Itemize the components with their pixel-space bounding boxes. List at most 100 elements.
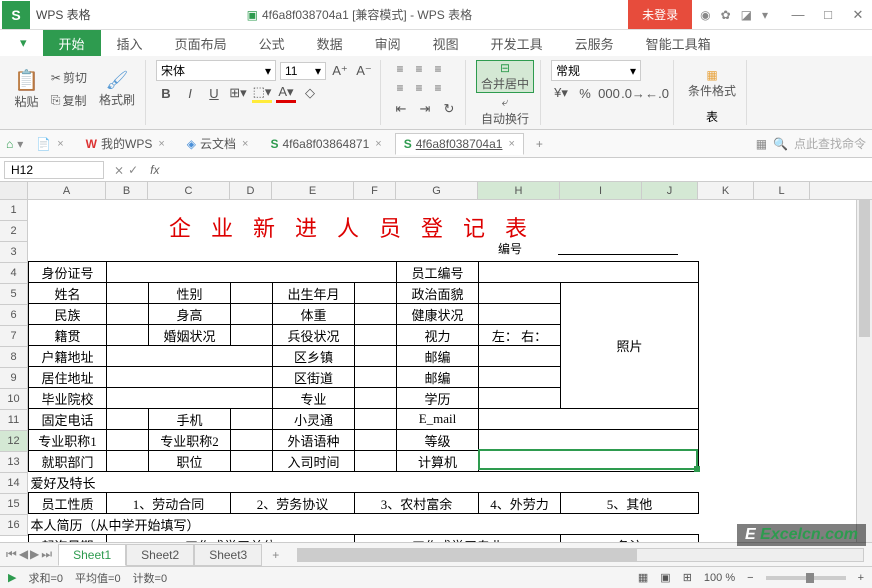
- sheet-nav-first[interactable]: ⏮: [6, 547, 17, 562]
- close-icon[interactable]: ×: [242, 138, 248, 150]
- cell[interactable]: 5、其他: [561, 493, 699, 514]
- view-normal-icon[interactable]: ▦: [638, 571, 648, 584]
- cell[interactable]: [231, 451, 273, 472]
- login-badge[interactable]: 未登录: [628, 0, 692, 29]
- command-search[interactable]: 点此查找命令: [794, 135, 866, 152]
- cell[interactable]: [479, 346, 561, 367]
- col-header-a[interactable]: A: [28, 182, 106, 199]
- skin-icon[interactable]: ◪: [741, 8, 752, 22]
- cell[interactable]: [107, 262, 397, 283]
- row-header[interactable]: 16: [0, 515, 28, 536]
- cell[interactable]: [479, 283, 561, 304]
- font-size-select[interactable]: 11▾: [280, 62, 326, 80]
- cell[interactable]: 等级: [397, 430, 479, 451]
- orientation-button[interactable]: ↻: [439, 99, 459, 119]
- cell[interactable]: [355, 304, 397, 325]
- cell[interactable]: [479, 367, 561, 388]
- view-page-icon[interactable]: ▣: [660, 571, 670, 584]
- close-icon[interactable]: ×: [375, 138, 381, 150]
- settings-icon[interactable]: ✿: [721, 8, 731, 22]
- col-header-h[interactable]: H: [478, 182, 560, 199]
- cell[interactable]: 3、农村富余: [355, 493, 479, 514]
- cell[interactable]: 员工编号: [397, 262, 479, 283]
- cell[interactable]: 本人简历（从中学开始填写）: [29, 514, 699, 535]
- cell[interactable]: 爱好及特长: [29, 472, 699, 493]
- close-icon[interactable]: ×: [508, 138, 514, 150]
- cell[interactable]: [231, 409, 273, 430]
- doc-tab-mywps[interactable]: W我的WPS×: [77, 131, 174, 156]
- cell[interactable]: [355, 388, 397, 409]
- col-header-c[interactable]: C: [148, 182, 230, 199]
- align-top-center[interactable]: ≡: [410, 60, 428, 78]
- menu-smart-tools[interactable]: 智能工具箱: [630, 30, 727, 56]
- cell[interactable]: 视力: [397, 325, 479, 346]
- cell[interactable]: 固定电话: [29, 409, 107, 430]
- cell[interactable]: 区乡镇: [273, 346, 355, 367]
- cell[interactable]: [107, 451, 149, 472]
- doc-tab-sheet2[interactable]: S4f6a8f038704a1×: [395, 133, 524, 155]
- cell[interactable]: 专业职称2: [149, 430, 231, 451]
- cell[interactable]: 备注: [561, 535, 699, 543]
- horizontal-scrollbar[interactable]: [297, 548, 864, 562]
- doc-tab-sheet1[interactable]: S4f6a8f03864871×: [261, 133, 390, 155]
- row-header[interactable]: 9: [0, 368, 28, 389]
- view-break-icon[interactable]: ⊞: [683, 571, 692, 584]
- add-tab-button[interactable]: +: [528, 137, 551, 151]
- cancel-formula-icon[interactable]: ⨯: [114, 163, 124, 177]
- scrollbar-thumb[interactable]: [859, 200, 870, 337]
- cell[interactable]: [107, 367, 273, 388]
- cell[interactable]: 毕业院校: [29, 388, 107, 409]
- menu-formula[interactable]: 公式: [243, 30, 301, 56]
- sheet-tab-1[interactable]: Sheet1: [58, 544, 126, 566]
- cell[interactable]: 区街道: [273, 367, 355, 388]
- row-header[interactable]: 6: [0, 305, 28, 326]
- zoom-slider[interactable]: [766, 576, 846, 580]
- zoom-in-button[interactable]: +: [858, 572, 864, 584]
- cell[interactable]: 兵役状况: [273, 325, 355, 346]
- scrollbar-thumb[interactable]: [298, 549, 637, 561]
- row-header[interactable]: 12: [0, 431, 28, 452]
- spreadsheet-grid[interactable]: A B C D E F G H I J K L 1 2 3 4 5 6 7 8 …: [0, 182, 872, 542]
- zoom-value[interactable]: 100 %: [704, 572, 735, 584]
- row-header[interactable]: 7: [0, 326, 28, 347]
- cell[interactable]: 2、劳务协议: [231, 493, 355, 514]
- cell[interactable]: 左： 右：: [479, 325, 561, 346]
- row-header[interactable]: 10: [0, 389, 28, 410]
- doc-tab-blank[interactable]: 📄×: [27, 133, 72, 155]
- menu-cloud[interactable]: 云服务: [559, 30, 630, 56]
- row-header[interactable]: 15: [0, 494, 28, 515]
- col-header-b[interactable]: B: [106, 182, 148, 199]
- cell[interactable]: 1、劳动合同: [107, 493, 231, 514]
- cell[interactable]: 性别: [149, 283, 231, 304]
- cell[interactable]: [479, 388, 561, 409]
- merge-center-button[interactable]: ⊟ 合并居中: [476, 60, 534, 93]
- row-header[interactable]: 3: [0, 242, 28, 263]
- help-dropdown-icon[interactable]: ▾: [762, 8, 768, 22]
- sheet-tab-3[interactable]: Sheet3: [194, 544, 262, 566]
- menu-review[interactable]: 审阅: [359, 30, 417, 56]
- cell[interactable]: 婚姻状况: [149, 325, 231, 346]
- percent-button[interactable]: %: [575, 83, 595, 103]
- cell[interactable]: 居住地址: [29, 367, 107, 388]
- cut-button[interactable]: ✂剪切: [47, 67, 91, 88]
- cell[interactable]: 身份证号: [29, 262, 107, 283]
- copy-button[interactable]: ⎘复制: [47, 90, 91, 111]
- align-left[interactable]: ≡: [391, 79, 409, 97]
- col-header-e[interactable]: E: [272, 182, 354, 199]
- cell[interactable]: [107, 346, 273, 367]
- cell[interactable]: [479, 304, 561, 325]
- accept-formula-icon[interactable]: ✓: [128, 163, 138, 177]
- indent-decrease-button[interactable]: ⇤: [391, 99, 411, 119]
- maximize-button[interactable]: □: [814, 4, 842, 26]
- align-center[interactable]: ≡: [410, 79, 428, 97]
- fill-handle[interactable]: [694, 466, 700, 472]
- cell[interactable]: [107, 304, 149, 325]
- zoom-thumb[interactable]: [806, 573, 814, 583]
- cell[interactable]: [355, 346, 397, 367]
- zoom-out-button[interactable]: −: [747, 572, 753, 584]
- sync-icon[interactable]: ◉: [700, 8, 710, 22]
- decrease-decimal-button[interactable]: ←.0: [647, 83, 667, 103]
- photo-cell[interactable]: 照片: [561, 283, 699, 409]
- cell[interactable]: 就职部门: [29, 451, 107, 472]
- cell[interactable]: 计算机: [397, 451, 479, 472]
